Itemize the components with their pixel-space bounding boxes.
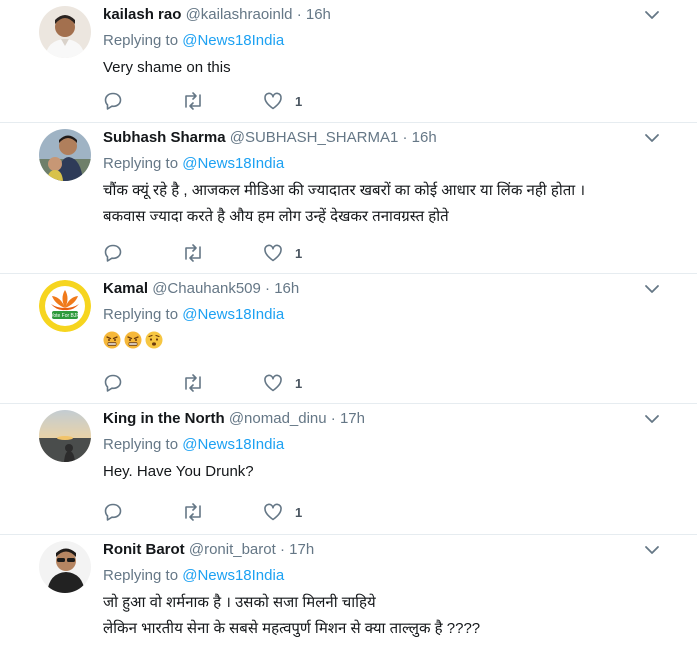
reply-icon xyxy=(104,503,122,521)
like-count: 1 xyxy=(295,93,303,109)
avatar[interactable] xyxy=(39,129,91,181)
chevron-down-icon[interactable] xyxy=(643,280,661,298)
heart-icon xyxy=(264,503,282,521)
tweet-text-line: Hey. Have You Drunk? xyxy=(103,463,254,480)
chevron-down-icon[interactable] xyxy=(643,410,661,428)
heart-icon xyxy=(264,374,282,392)
separator: · xyxy=(330,410,336,427)
timestamp[interactable]: 17h xyxy=(340,410,365,427)
tweet-ronit-barot[interactable]: Ronit Barot @ronit_barot · 17h Replying … xyxy=(0,535,697,655)
tweet-text xyxy=(103,329,657,355)
retweet-button[interactable] xyxy=(181,373,205,393)
like-button[interactable]: 1 xyxy=(263,243,302,263)
tweet-text: Very shame on this xyxy=(103,55,657,81)
user-handle[interactable]: @nomad_dinu xyxy=(229,410,327,427)
tweet-kamal[interactable]: Vote For BJP Kamal @Chauhank509 · 16h Re… xyxy=(0,274,697,404)
retweet-icon xyxy=(185,374,201,392)
display-name[interactable]: kailash rao xyxy=(103,6,181,23)
separator: · xyxy=(279,541,285,558)
worried-face-icon xyxy=(145,331,163,349)
timestamp[interactable]: 16h xyxy=(306,6,331,23)
chevron-down-icon[interactable] xyxy=(643,541,661,559)
replying-label: Replying to xyxy=(103,567,179,584)
user-handle[interactable]: @Chauhank509 xyxy=(152,280,261,297)
tweet-text: चौंक क्यूं रहे है , आजकल मीडिआ की ज्यादा… xyxy=(103,178,657,230)
tweet-kailash-rao[interactable]: kailash rao @kailashraoinld · 16h Replyi… xyxy=(0,0,697,123)
avatar[interactable]: Vote For BJP xyxy=(39,280,91,332)
avatar-logo-text: Vote For BJP xyxy=(50,313,80,319)
angry-face-icon xyxy=(124,331,142,349)
reply-icon xyxy=(104,244,122,262)
display-name[interactable]: Kamal xyxy=(103,280,148,297)
replying-to: Replying to @News18India xyxy=(103,305,657,325)
tweet-text: जो हुआ वो शर्मनाक है । उसको सजा मिलनी चा… xyxy=(103,590,657,642)
retweet-icon xyxy=(185,244,201,262)
display-name[interactable]: Subhash Sharma xyxy=(103,129,226,146)
chevron-down-icon[interactable] xyxy=(643,129,661,147)
display-name[interactable]: Ronit Barot xyxy=(103,541,185,558)
mention-link[interactable]: @News18India xyxy=(182,567,284,584)
reply-button[interactable] xyxy=(103,502,123,522)
like-count: 1 xyxy=(295,245,303,261)
mention-link[interactable]: @News18India xyxy=(182,306,284,323)
replying-label: Replying to xyxy=(103,436,179,453)
heart-icon xyxy=(264,244,282,262)
replying-to: Replying to @News18India xyxy=(103,154,657,174)
replying-label: Replying to xyxy=(103,155,179,172)
avatar[interactable] xyxy=(39,6,91,58)
user-handle[interactable]: @ronit_barot xyxy=(189,541,276,558)
chevron-down-icon[interactable] xyxy=(643,6,661,24)
tweet-text-line: Very shame on this xyxy=(103,59,231,76)
replying-label: Replying to xyxy=(103,306,179,323)
like-button[interactable]: 1 xyxy=(263,502,302,522)
tweet-text-line: लेकिन भारतीय सेना के सबसे महत्वपुर्ण मिश… xyxy=(103,620,481,637)
retweet-button[interactable] xyxy=(181,502,205,522)
separator: · xyxy=(296,6,302,23)
replying-to: Replying to @News18India xyxy=(103,435,657,455)
avatar[interactable] xyxy=(39,410,91,462)
display-name[interactable]: King in the North xyxy=(103,410,225,427)
replying-to: Replying to @News18India xyxy=(103,566,657,586)
retweet-button[interactable] xyxy=(181,91,205,111)
user-handle[interactable]: @SUBHASH_SHARMA1 xyxy=(230,129,399,146)
timestamp[interactable]: 16h xyxy=(412,129,437,146)
tweet-text-line: बकवास ज्यादा करते है औय हम लोग उन्हें दे… xyxy=(103,208,449,225)
replying-label: Replying to xyxy=(103,32,179,49)
avatar[interactable] xyxy=(39,541,91,593)
angry-face-icon xyxy=(103,331,121,349)
reply-button[interactable] xyxy=(103,91,123,111)
mention-link[interactable]: @News18India xyxy=(182,436,284,453)
retweet-icon xyxy=(185,503,201,521)
separator: · xyxy=(402,129,408,146)
tweet-text: Hey. Have You Drunk? xyxy=(103,459,657,485)
like-button[interactable]: 1 xyxy=(263,91,302,111)
mention-link[interactable]: @News18India xyxy=(182,155,284,172)
replying-to: Replying to @News18India xyxy=(103,31,657,51)
user-handle[interactable]: @kailashraoinld xyxy=(186,6,293,23)
like-count: 1 xyxy=(295,504,303,520)
timestamp[interactable]: 17h xyxy=(289,541,314,558)
reply-icon xyxy=(104,374,122,392)
retweet-button[interactable] xyxy=(181,243,205,263)
timestamp[interactable]: 16h xyxy=(274,280,299,297)
tweet-king-in-the-north[interactable]: King in the North @nomad_dinu · 17h Repl… xyxy=(0,404,697,535)
reply-icon xyxy=(104,92,122,110)
reply-button[interactable] xyxy=(103,243,123,263)
like-count: 1 xyxy=(295,375,303,391)
heart-icon xyxy=(264,92,282,110)
like-button[interactable]: 1 xyxy=(263,373,302,393)
retweet-icon xyxy=(185,92,201,110)
tweet-text-line: जो हुआ वो शर्मनाक है । उसको सजा मिलनी चा… xyxy=(103,594,376,611)
separator: · xyxy=(265,280,271,297)
reply-button[interactable] xyxy=(103,373,123,393)
tweet-text-line: चौंक क्यूं रहे है , आजकल मीडिआ की ज्यादा… xyxy=(103,182,585,199)
tweet-subhash-sharma[interactable]: Subhash Sharma @SUBHASH_SHARMA1 · 16h Re… xyxy=(0,123,697,274)
mention-link[interactable]: @News18India xyxy=(182,32,284,49)
